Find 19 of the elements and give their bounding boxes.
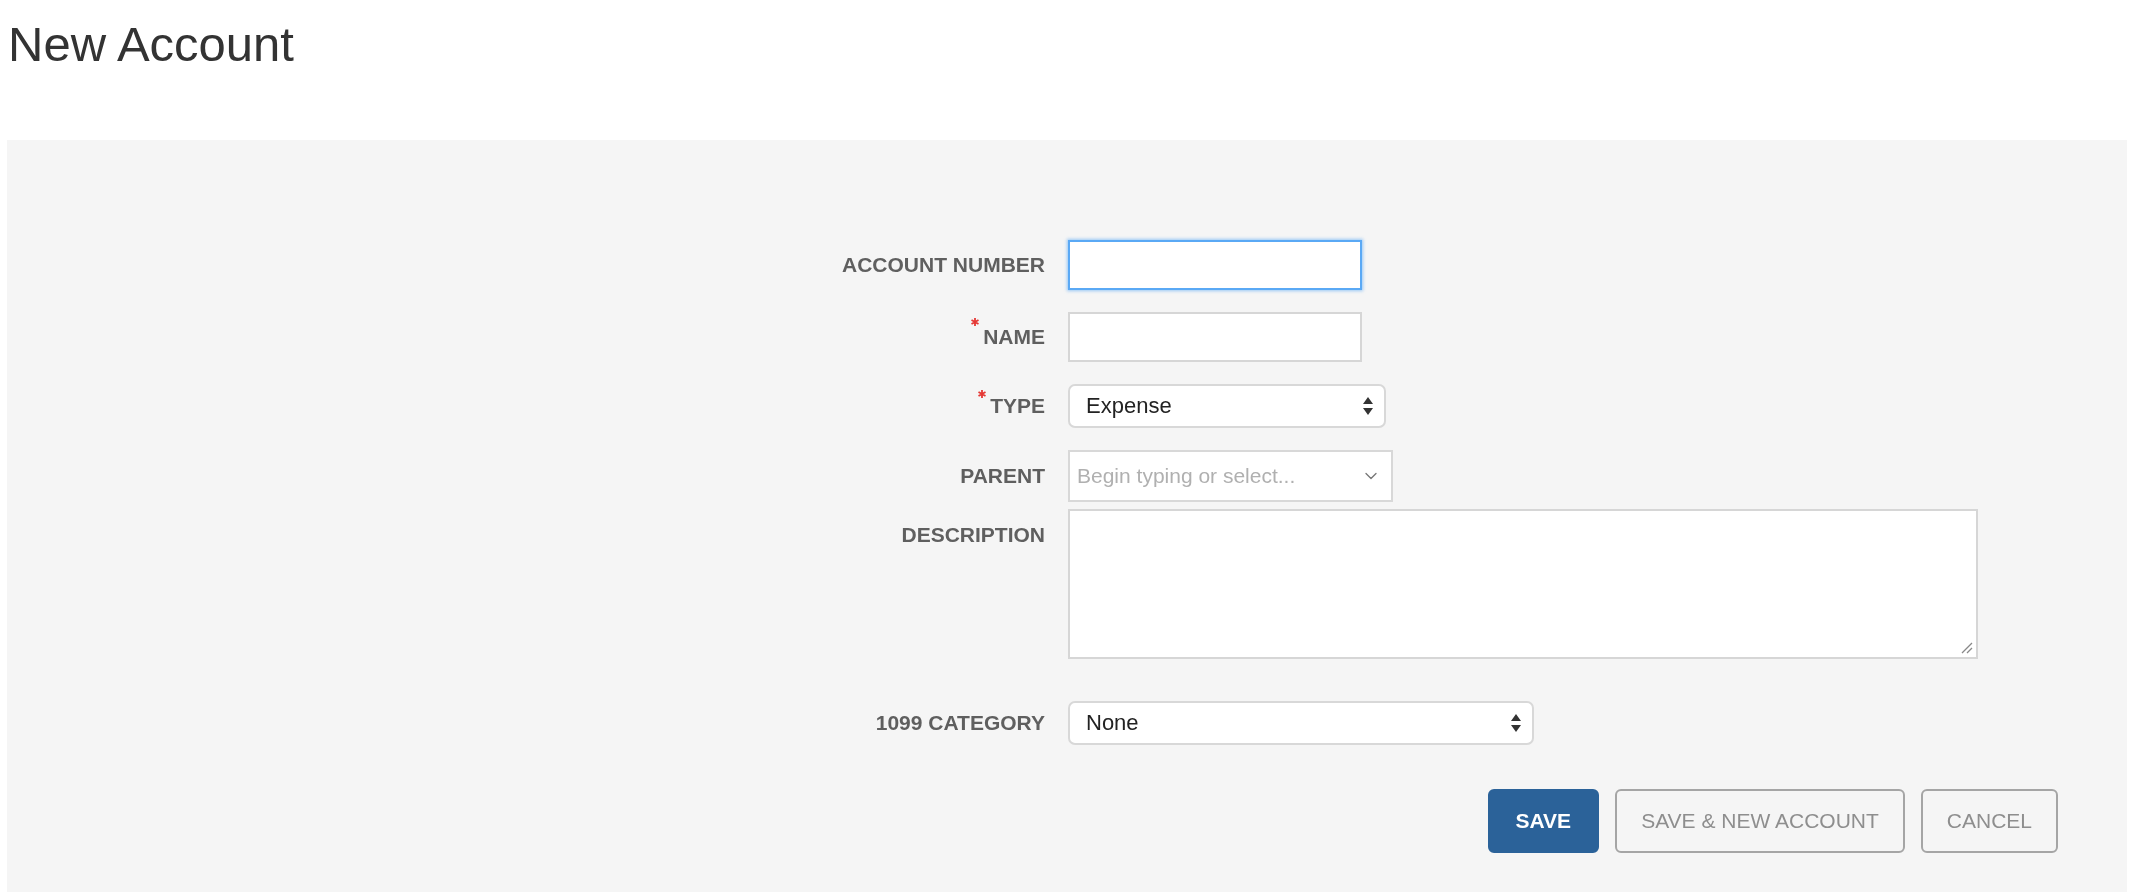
description-textarea[interactable] [1068, 509, 1978, 659]
select-value: Expense [1086, 393, 1172, 419]
field-label: PARENT [960, 464, 1045, 488]
select-dropdown[interactable]: None [1068, 701, 1534, 745]
resize-grip-icon [1961, 642, 1973, 654]
field-label: DESCRIPTION [901, 523, 1045, 547]
save-button[interactable]: SAVE [1487, 789, 1600, 853]
text-input[interactable] [1068, 240, 1362, 290]
field-label: NAME [983, 325, 1045, 349]
field-label: TYPE [990, 394, 1045, 418]
field-label: ACCOUNT NUMBER [842, 253, 1045, 277]
text-input[interactable] [1068, 312, 1362, 362]
field-label: 1099 CATEGORY [875, 711, 1045, 735]
page-title: New Account [8, 16, 295, 73]
select-arrows-icon [1362, 396, 1374, 416]
select-arrows-icon [1510, 713, 1522, 733]
parent-combo-input[interactable]: Begin typing or select... [1068, 450, 1393, 502]
select-value: None [1086, 710, 1139, 736]
select-dropdown[interactable]: Expense [1068, 384, 1386, 428]
